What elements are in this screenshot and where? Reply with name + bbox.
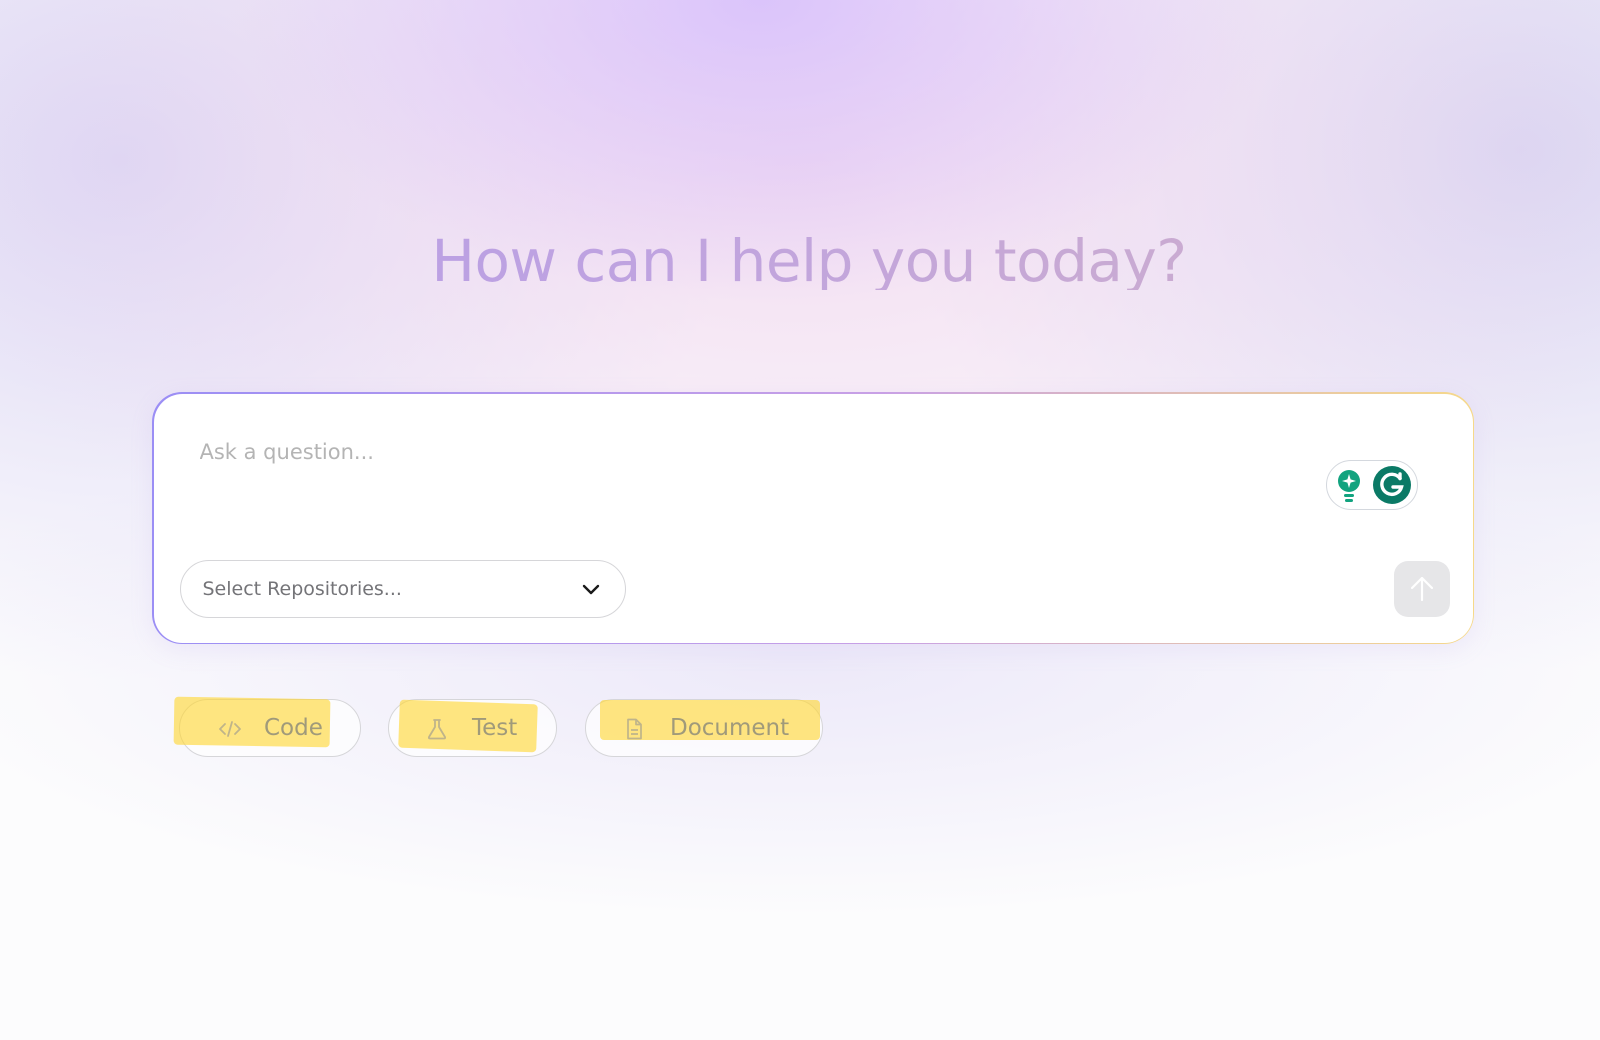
document-chip[interactable]: Document bbox=[585, 699, 823, 757]
code-chip[interactable]: Code bbox=[173, 696, 361, 757]
test-chip[interactable]: Test bbox=[388, 699, 557, 757]
grammarly-g-icon[interactable] bbox=[1372, 465, 1411, 504]
chevron-down-icon bbox=[582, 584, 599, 594]
question-input[interactable] bbox=[199, 433, 1300, 470]
code-chip-label: Code bbox=[264, 715, 323, 741]
send-button[interactable] bbox=[1393, 560, 1450, 617]
repository-select-label: Select Repositories... bbox=[202, 577, 402, 600]
test-chip-label: Test bbox=[472, 715, 518, 741]
flask-icon bbox=[427, 719, 447, 740]
lightbulb-icon[interactable] bbox=[1335, 468, 1363, 504]
document-icon bbox=[627, 718, 642, 740]
page-title: How can I help you today? bbox=[0, 232, 1600, 290]
repository-select[interactable]: Select Repositories... bbox=[179, 559, 626, 618]
writing-assistant-widget[interactable] bbox=[1325, 459, 1418, 510]
composer-card: Select Repositories... bbox=[152, 392, 1474, 644]
code-icon bbox=[219, 721, 241, 737]
document-chip-label: Document bbox=[670, 715, 790, 741]
arrow-up-icon bbox=[1410, 576, 1433, 601]
composer-body: Select Repositories... bbox=[153, 393, 1473, 643]
